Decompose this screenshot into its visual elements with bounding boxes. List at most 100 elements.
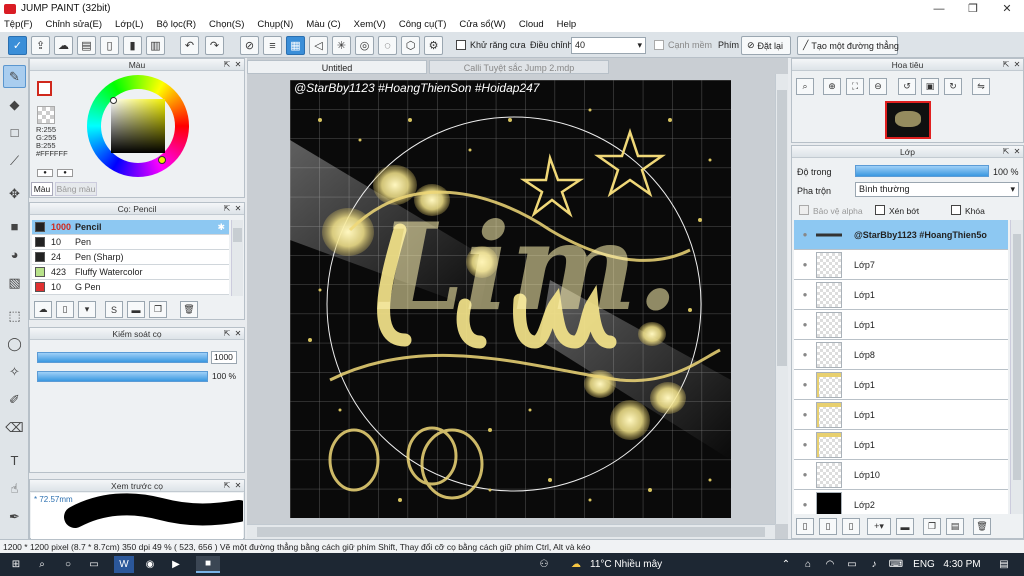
- layer-scroll-thumb[interactable]: [1013, 234, 1021, 480]
- new-layer-icon[interactable]: ▯: [796, 518, 814, 535]
- language-indicator[interactable]: ENG: [912, 556, 936, 573]
- radial-lines-icon[interactable]: ✳: [332, 36, 351, 55]
- main-color-swatch[interactable]: [37, 81, 52, 96]
- brush-type-icon[interactable]: ▾: [78, 301, 96, 318]
- settings-icon[interactable]: ⚙: [424, 36, 443, 55]
- layer-row[interactable]: ● Lớp2: [794, 490, 1008, 514]
- color-set-button[interactable]: ●: [57, 169, 73, 177]
- brush-settings-icon[interactable]: S: [105, 301, 123, 318]
- curve-icon[interactable]: ◌: [378, 36, 397, 55]
- straight-line-button[interactable]: ╱ Tạo một đường thẳng: [797, 36, 899, 55]
- undock-icon[interactable]: ⇱: [1001, 147, 1011, 157]
- word-app-icon[interactable]: W: [114, 556, 134, 573]
- undock-icon[interactable]: ⇱: [222, 60, 232, 70]
- bucket-tool-icon[interactable]: ◕: [3, 243, 26, 266]
- blend-mode-select[interactable]: Bình thường ▾: [855, 182, 1019, 197]
- menu-item[interactable]: Bộ lọc(R): [156, 19, 196, 30]
- undock-icon[interactable]: ⇱: [1001, 60, 1011, 70]
- brush-tool-icon[interactable]: ✎: [3, 65, 26, 88]
- menu-item[interactable]: Xem(V): [354, 19, 386, 30]
- brush-list-scrollbar[interactable]: [231, 220, 243, 296]
- visibility-icon[interactable]: ●: [794, 440, 816, 449]
- brush-item[interactable]: 24 Pen (Sharp): [32, 250, 229, 265]
- visibility-icon[interactable]: ●: [794, 470, 816, 479]
- network-icon[interactable]: ⌂: [800, 556, 816, 573]
- comment-icon[interactable]: ☁: [54, 36, 73, 55]
- sv-picker-handle[interactable]: [110, 97, 117, 104]
- perspective-icon[interactable]: ◁: [309, 36, 328, 55]
- new-brush-icon[interactable]: ▯: [56, 301, 74, 318]
- speaker-icon[interactable]: ♪: [866, 556, 882, 573]
- color-mode-button[interactable]: ●: [37, 169, 53, 177]
- visibility-icon[interactable]: ●: [794, 380, 816, 389]
- navigator-thumbnail[interactable]: [885, 101, 931, 139]
- canvas-horizontal-scrollbar[interactable]: [247, 524, 775, 539]
- operation-tool-icon[interactable]: ☝: [3, 477, 26, 500]
- brush-item[interactable]: 423 Fluffy Watercolor: [32, 265, 229, 280]
- snap-off-icon[interactable]: ⊘: [240, 36, 259, 55]
- rectangle-tool-icon[interactable]: □: [3, 121, 26, 144]
- notification-icon[interactable]: ▤: [994, 556, 1014, 573]
- panel-close-icon[interactable]: ✕: [233, 60, 243, 70]
- download-brush-icon[interactable]: ☁: [34, 301, 52, 318]
- flip-icon[interactable]: ⇋: [972, 78, 990, 95]
- move-tool-icon[interactable]: ✥: [3, 182, 26, 205]
- layer-row[interactable]: ● Lớp1: [794, 280, 1008, 310]
- layer-row[interactable]: ● Lớp7: [794, 250, 1008, 280]
- video-app-icon[interactable]: ▶: [166, 556, 186, 573]
- search-icon[interactable]: ⌕: [32, 556, 52, 573]
- magic-wand-tool-icon[interactable]: ✧: [3, 360, 26, 383]
- select-eraser-tool-icon[interactable]: ⌫: [3, 416, 26, 439]
- panel-close-icon[interactable]: ✕: [233, 204, 243, 214]
- wifi-icon[interactable]: ◠: [822, 556, 838, 573]
- visibility-icon[interactable]: ●: [794, 290, 816, 299]
- undock-icon[interactable]: ⇱: [222, 329, 232, 339]
- ruler-icon[interactable]: ⬡: [401, 36, 420, 55]
- vertical-scroll-thumb[interactable]: [777, 90, 787, 366]
- duplicate-layer-icon[interactable]: ❐: [923, 518, 941, 535]
- zoom-out-icon[interactable]: ⊖: [869, 78, 887, 95]
- people-icon[interactable]: ⚇: [536, 556, 552, 573]
- minimize-button[interactable]: —: [922, 0, 956, 17]
- layer-row[interactable]: ● @StarBby1123 #HoangThien5o: [794, 220, 1008, 250]
- save-icon[interactable]: ✓: [8, 36, 27, 55]
- eraser-tool-icon[interactable]: ◆: [3, 93, 26, 116]
- text-tool-icon[interactable]: T: [3, 449, 26, 472]
- visibility-icon[interactable]: ●: [794, 500, 816, 509]
- panel-close-icon[interactable]: ✕: [233, 329, 243, 339]
- visibility-icon[interactable]: ●: [794, 410, 816, 419]
- menu-item[interactable]: Màu (C): [306, 19, 340, 30]
- tray-chevron-icon[interactable]: ⌃: [778, 556, 794, 573]
- brush-item[interactable]: 10 Pen: [32, 235, 229, 250]
- visibility-icon[interactable]: ●: [794, 230, 816, 239]
- eyedropper-tool-icon[interactable]: ✒: [3, 505, 26, 528]
- document-icon[interactable]: ▮: [123, 36, 142, 55]
- panel-close-icon[interactable]: ✕: [1012, 60, 1022, 70]
- lasso-tool-icon[interactable]: ◯: [3, 332, 26, 355]
- menu-item[interactable]: Cloud: [519, 19, 544, 30]
- panel-close-icon[interactable]: ✕: [1012, 147, 1022, 157]
- zoom-in-icon[interactable]: ⊕: [823, 78, 841, 95]
- tab-untitled[interactable]: Untitled: [247, 60, 427, 74]
- menu-item[interactable]: Chụp(N): [257, 19, 293, 30]
- hue-wheel[interactable]: [87, 75, 189, 177]
- brush-item[interactable]: 10 G Pen: [32, 280, 229, 295]
- horizontal-scroll-thumb[interactable]: [257, 527, 765, 537]
- page-icon[interactable]: ▯: [100, 36, 119, 55]
- select-tool-icon[interactable]: ⬚: [3, 304, 26, 327]
- layer-row[interactable]: ● Lớp1: [794, 310, 1008, 340]
- reset-view-icon[interactable]: ▣: [921, 78, 939, 95]
- windows-start-icon[interactable]: ⊞: [6, 556, 26, 573]
- folder-icon[interactable]: ▬: [127, 301, 145, 318]
- lock-checkbox[interactable]: [951, 205, 961, 215]
- fit-icon[interactable]: ⛶: [846, 78, 864, 95]
- gradient-tool-icon[interactable]: ▧: [3, 271, 26, 294]
- layer-row[interactable]: ● Lớp8: [794, 340, 1008, 370]
- visibility-icon[interactable]: ●: [794, 260, 816, 269]
- canvas-vertical-scrollbar[interactable]: [775, 74, 788, 524]
- layer-row[interactable]: ● Lớp1: [794, 430, 1008, 460]
- zoom-icon[interactable]: ⌕: [796, 78, 814, 95]
- delete-brush-icon[interactable]: 🗑: [180, 301, 198, 318]
- clock[interactable]: 4:30 PM: [940, 556, 984, 573]
- menu-item[interactable]: Chỉnh sửa(E): [46, 19, 103, 30]
